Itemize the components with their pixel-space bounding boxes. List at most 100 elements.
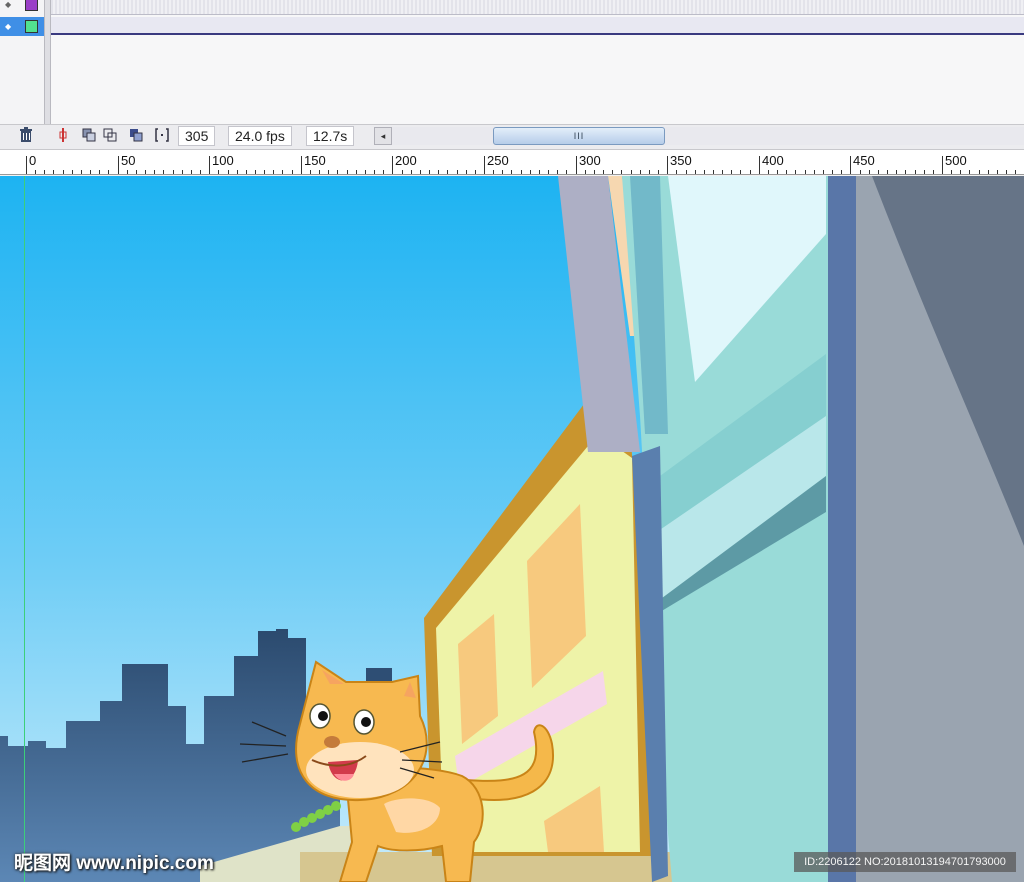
trash-icon[interactable] — [17, 127, 35, 145]
elapsed-time-field: 12.7s — [306, 126, 355, 146]
ruler-minor-tick — [502, 170, 503, 174]
ruler-minor-tick — [713, 170, 714, 174]
ruler-major-tick — [942, 156, 943, 174]
ruler-minor-tick — [557, 170, 558, 174]
stage-canvas[interactable] — [0, 176, 1024, 882]
ruler-minor-tick — [841, 170, 842, 174]
ruler-minor-tick — [539, 170, 540, 174]
ruler-minor-tick — [90, 170, 91, 174]
layer-row-2[interactable]: ◆ — [0, 17, 44, 36]
ruler-label: 500 — [945, 153, 967, 168]
ruler-minor-tick — [218, 170, 219, 174]
ruler-major-tick — [301, 156, 302, 174]
ruler-minor-tick — [292, 170, 293, 174]
ruler-minor-tick — [722, 170, 723, 174]
ruler-minor-tick — [960, 170, 961, 174]
ruler-minor-tick — [640, 170, 641, 174]
current-frame-field[interactable]: 305 — [178, 126, 216, 146]
playhead-line[interactable] — [24, 176, 25, 882]
horizontal-scroll-track[interactable] — [390, 127, 1024, 145]
ruler-minor-tick — [676, 170, 677, 174]
ruler-minor-tick — [72, 170, 73, 174]
ruler-minor-tick — [145, 170, 146, 174]
horizontal-scroll-thumb[interactable]: III — [493, 127, 665, 145]
ruler-minor-tick — [612, 170, 613, 174]
ruler-minor-tick — [282, 170, 283, 174]
ruler-minor-tick — [969, 170, 970, 174]
ruler-minor-tick — [649, 170, 650, 174]
ruler-minor-tick — [887, 170, 888, 174]
ruler-minor-tick — [136, 170, 137, 174]
ruler-minor-tick — [905, 170, 906, 174]
ruler-minor-tick — [310, 170, 311, 174]
ruler-label: 300 — [579, 153, 601, 168]
ruler-minor-tick — [237, 170, 238, 174]
ruler-minor-tick — [1006, 170, 1007, 174]
ruler-minor-tick — [988, 170, 989, 174]
ruler-minor-tick — [273, 170, 274, 174]
frame-rate-field[interactable]: 24.0 fps — [228, 126, 292, 146]
ruler-major-tick — [667, 156, 668, 174]
ruler-minor-tick — [53, 170, 54, 174]
horizontal-ruler: 0 50 100 150 200 250 300 350 400 450 500 — [0, 150, 1024, 175]
layer-color-swatch[interactable] — [25, 20, 38, 33]
ruler-minor-tick — [402, 170, 403, 174]
frame-row-2[interactable] — [51, 17, 1024, 35]
ruler-minor-tick — [869, 170, 870, 174]
ruler-minor-tick — [860, 170, 861, 174]
ruler-major-tick — [209, 156, 210, 174]
layer-row-1[interactable]: ◆ — [0, 0, 44, 14]
onion-skin-icon[interactable] — [80, 127, 98, 145]
ruler-label: 400 — [762, 153, 784, 168]
ruler-minor-tick — [466, 170, 467, 174]
frame-row-1[interactable] — [51, 0, 1024, 15]
ruler-minor-tick — [1015, 170, 1016, 174]
edit-multiple-frames-icon[interactable] — [127, 127, 145, 145]
ruler-minor-tick — [594, 170, 595, 174]
ruler-major-tick — [484, 156, 485, 174]
watermark-id: ID:2206122 NO:20181013194701793000 — [794, 852, 1016, 872]
center-frame-icon[interactable] — [54, 127, 72, 145]
scroll-left-icon[interactable]: ◂ — [374, 127, 392, 145]
ruler-minor-tick — [35, 170, 36, 174]
ruler-minor-tick — [44, 170, 45, 174]
ruler-minor-tick — [997, 170, 998, 174]
ruler-major-tick — [118, 156, 119, 174]
ruler-minor-tick — [768, 170, 769, 174]
layer-marker-icon: ◆ — [5, 0, 12, 9]
ruler-minor-tick — [264, 170, 265, 174]
ruler-minor-tick — [548, 170, 549, 174]
ruler-minor-tick — [530, 170, 531, 174]
ruler-minor-tick — [81, 170, 82, 174]
ruler-minor-tick — [951, 170, 952, 174]
cartoon-scene — [0, 176, 1024, 882]
layer-color-swatch[interactable] — [25, 0, 38, 11]
ruler-minor-tick — [511, 170, 512, 174]
ruler-minor-tick — [63, 170, 64, 174]
ruler-minor-tick — [924, 170, 925, 174]
ruler-major-tick — [576, 156, 577, 174]
ruler-minor-tick — [200, 170, 201, 174]
modify-onion-markers-icon[interactable] — [153, 127, 171, 145]
ruler-minor-tick — [457, 170, 458, 174]
ruler-minor-tick — [878, 170, 879, 174]
ruler-minor-tick — [182, 170, 183, 174]
frames-area[interactable] — [51, 0, 1024, 124]
layer-marker-icon: ◆ — [5, 22, 12, 31]
ruler-minor-tick — [374, 170, 375, 174]
ruler-minor-tick — [475, 170, 476, 174]
ruler-minor-tick — [695, 170, 696, 174]
ruler-minor-tick — [686, 170, 687, 174]
ruler-minor-tick — [786, 170, 787, 174]
ruler-minor-tick — [566, 170, 567, 174]
ruler-minor-tick — [631, 170, 632, 174]
ruler-label: 50 — [121, 153, 136, 168]
ruler-minor-tick — [319, 170, 320, 174]
ruler-major-tick — [850, 156, 851, 174]
ruler-major-tick — [759, 156, 760, 174]
onion-skin-outline-icon[interactable] — [101, 127, 119, 145]
ruler-minor-tick — [521, 170, 522, 174]
facade-edge — [828, 176, 858, 882]
ruler-label: 250 — [487, 153, 509, 168]
timeline-status-bar: 305 24.0 fps 12.7s ◂ III — [0, 124, 1024, 150]
